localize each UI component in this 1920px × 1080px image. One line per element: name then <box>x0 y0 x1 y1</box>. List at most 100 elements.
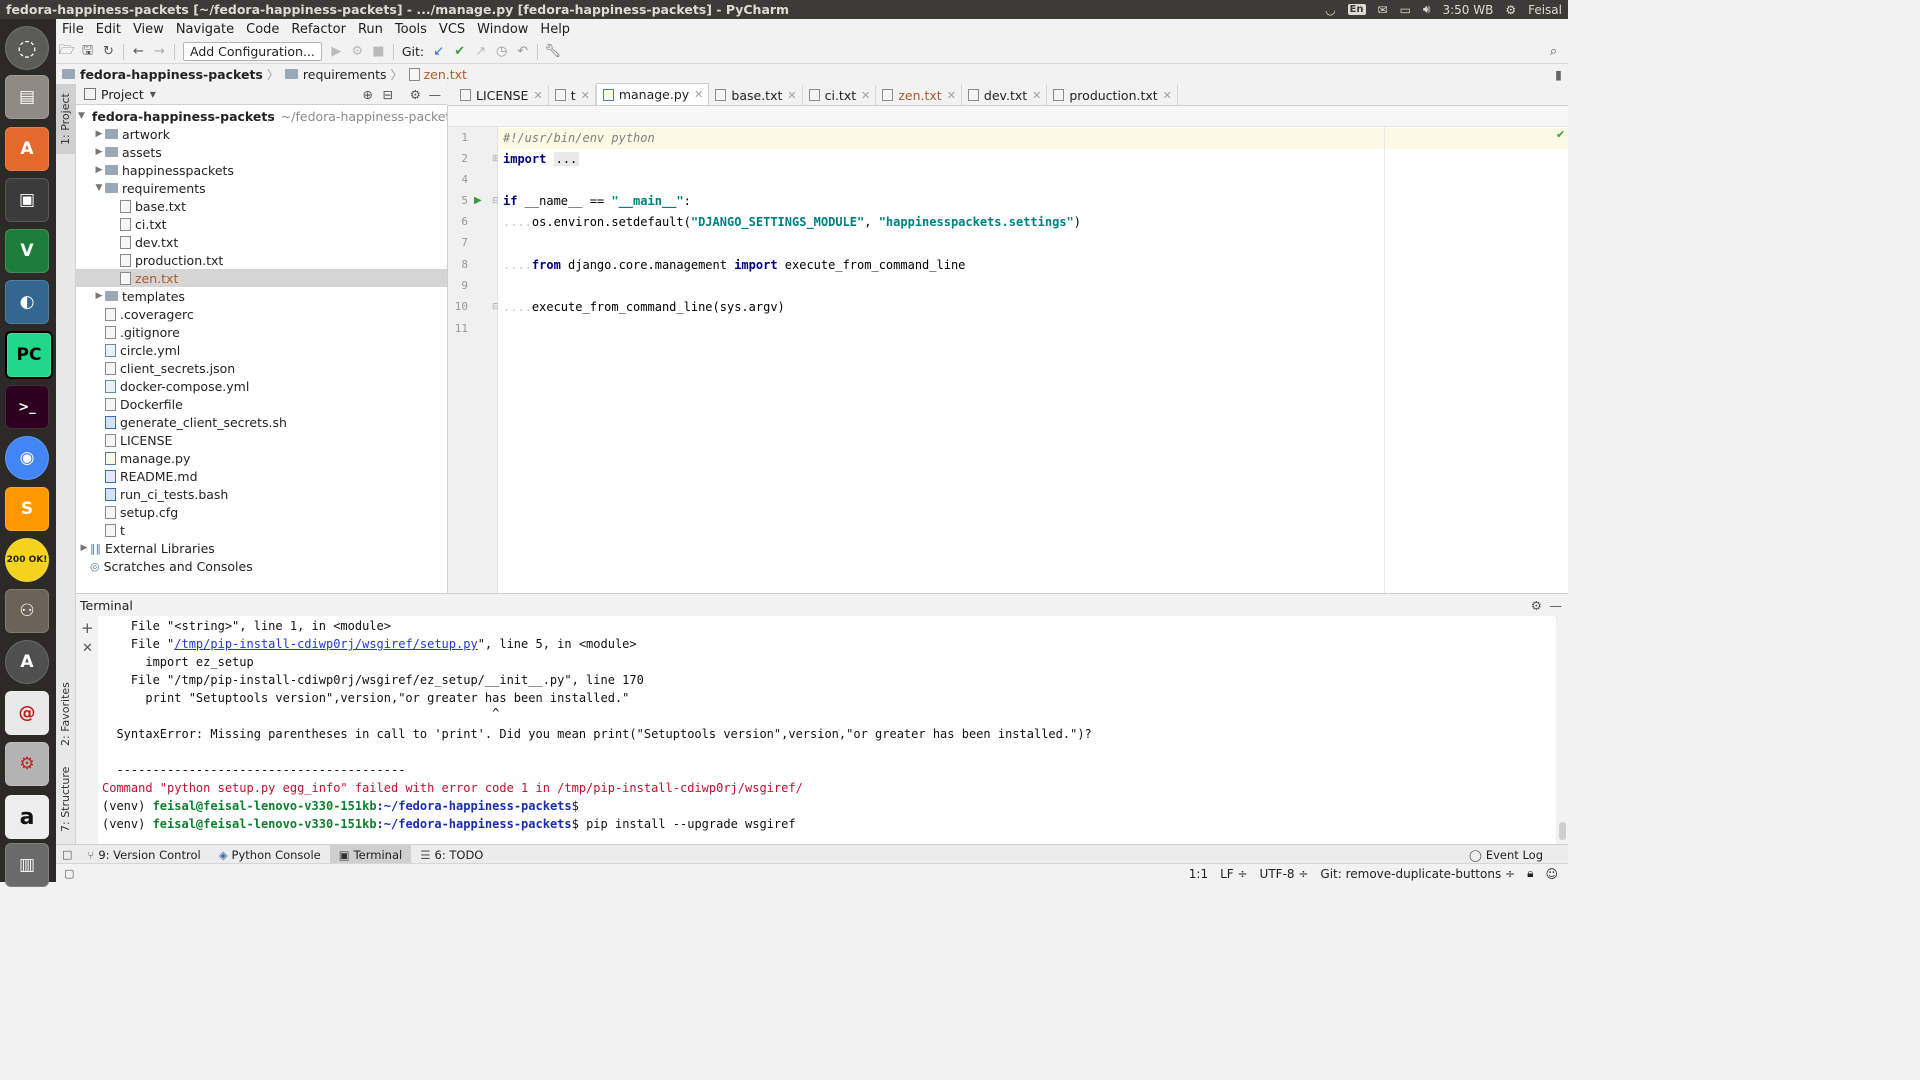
user-name[interactable]: Feisal <box>1528 3 1562 17</box>
tree-item[interactable]: t <box>76 521 447 539</box>
menu-refactor[interactable]: Refactor <box>285 22 352 37</box>
tool-tab-version-control[interactable]: ⑂ 9: Version Control <box>78 845 209 864</box>
battery-icon[interactable]: ▭ <box>1400 3 1411 17</box>
menu-help[interactable]: Help <box>534 22 576 37</box>
tree-item[interactable]: Dockerfile <box>76 395 447 413</box>
menu-window[interactable]: Window <box>471 22 534 37</box>
sublime-text-icon[interactable]: S <box>5 487 49 531</box>
stop-icon[interactable]: ■ <box>368 41 389 62</box>
editor-tab[interactable]: manage.py ✕ <box>595 83 710 105</box>
editor-tab[interactable]: dev.txt ✕ <box>962 85 1048 105</box>
tree-item[interactable]: setup.cfg <box>76 503 447 521</box>
folded-imports[interactable]: ... <box>553 152 580 166</box>
tool-tab-todo[interactable]: ☰ 6: TODO <box>411 845 492 864</box>
tree-item[interactable]: ▼ requirements <box>76 179 447 197</box>
editor-tab[interactable]: base.txt ✕ <box>709 85 803 105</box>
tree-item[interactable]: dev.txt <box>76 233 447 251</box>
editor-tab[interactable]: t ✕ <box>549 85 596 105</box>
tool-tab-terminal[interactable]: ▣ Terminal <box>329 845 412 864</box>
tree-item[interactable]: generate_client_secrets.sh <box>76 413 447 431</box>
menu-vcs[interactable]: VCS <box>433 22 471 37</box>
pycharm-icon[interactable]: PC <box>5 331 53 379</box>
clock[interactable]: 3:50 WB <box>1442 3 1493 17</box>
gear-icon[interactable]: ⚙ <box>1531 598 1542 613</box>
files-icon[interactable]: ▤ <box>5 75 49 119</box>
chevron-right-icon[interactable]: ▶ <box>78 543 90 553</box>
hide-panel-icon[interactable]: — <box>1550 598 1563 613</box>
forward-icon[interactable]: → <box>149 41 170 62</box>
tree-root[interactable]: ▼ fedora-happiness-packets ~/fedora-happ… <box>76 107 447 125</box>
chevron-right-icon[interactable]: ▶ <box>93 291 105 301</box>
terminal-scrollbar[interactable] <box>1557 616 1568 844</box>
close-icon[interactable]: ✕ <box>533 89 542 102</box>
terminal-output[interactable]: File "<string>", line 1, in <module> Fil… <box>98 616 1556 844</box>
close-icon[interactable]: ✕ <box>1163 89 1172 102</box>
line-separator[interactable]: LF ÷ <box>1214 867 1253 881</box>
tree-item[interactable]: ▶ artwork <box>76 125 447 143</box>
scrollbar-thumb[interactable] <box>1559 822 1566 840</box>
okular-icon[interactable]: 200 OK! <box>5 538 49 582</box>
back-icon[interactable]: ← <box>128 41 149 62</box>
new-session-icon[interactable]: + <box>81 619 94 637</box>
tree-item[interactable]: manage.py <box>76 449 447 467</box>
volume-icon[interactable]: 🔊︎ <box>1423 2 1431 17</box>
wrench-icon[interactable]: 🔧︎ <box>542 41 563 62</box>
tool-tab-structure[interactable]: 7: Structure <box>56 759 75 839</box>
software-updater-icon[interactable]: A <box>5 640 49 684</box>
git-revert-icon[interactable]: ↶ <box>512 41 533 62</box>
editor-tab[interactable]: LICENSE ✕ <box>454 85 549 105</box>
git-commit-icon[interactable]: ✔ <box>449 41 470 62</box>
close-icon[interactable]: ✕ <box>861 89 870 102</box>
locate-file-icon[interactable]: ⊕ <box>363 87 373 102</box>
chrome-icon[interactable]: ◉ <box>5 436 49 480</box>
chevron-down-icon[interactable]: ▼ <box>150 90 156 99</box>
gear-icon[interactable]: ⚙ <box>410 87 421 102</box>
close-icon[interactable]: ✕ <box>581 89 590 102</box>
menu-view[interactable]: View <box>127 22 170 37</box>
tool-tab-project[interactable]: 1: Project <box>56 84 75 154</box>
editor-tab[interactable]: zen.txt ✕ <box>876 85 962 105</box>
git-update-icon[interactable]: ↙ <box>428 41 449 62</box>
tree-item[interactable]: .gitignore <box>76 323 447 341</box>
git-push-icon[interactable]: ↗ <box>470 41 491 62</box>
tree-item[interactable]: ci.txt <box>76 215 447 233</box>
tree-item[interactable]: zen.txt <box>76 269 447 287</box>
amazon-icon[interactable]: a <box>5 795 49 839</box>
run-icon[interactable]: ▶ <box>326 41 347 62</box>
menu-navigate[interactable]: Navigate <box>170 22 240 37</box>
tree-external-libraries[interactable]: ▶ ‖‖ External Libraries <box>76 539 447 557</box>
trash-icon[interactable]: ▥ <box>5 843 49 887</box>
tree-item[interactable]: docker-compose.yml <box>76 377 447 395</box>
close-icon[interactable]: ✕ <box>1032 89 1041 102</box>
editor-tab[interactable]: ci.txt ✕ <box>803 85 877 105</box>
caret-position[interactable]: 1:1 <box>1183 867 1214 881</box>
chevron-right-icon[interactable]: ▶ <box>93 147 105 157</box>
chevron-down-icon[interactable]: ▼ <box>78 111 85 121</box>
close-icon[interactable]: ✕ <box>947 89 956 102</box>
lock-icon[interactable]: 🔒︎ <box>1521 866 1539 881</box>
menu-file[interactable]: File <box>56 22 90 37</box>
video-editor-icon[interactable]: ▣ <box>5 178 49 222</box>
inspection-ok-icon[interactable]: ✔ <box>1556 128 1565 141</box>
breadcrumb-requirements[interactable]: requirements <box>279 67 391 82</box>
tree-item[interactable]: run_ci_tests.bash <box>76 485 447 503</box>
tool-tab-python-console[interactable]: ◈ Python Console <box>210 845 330 864</box>
code-editor[interactable]: #!/usr/bin/env python import ... if __na… <box>498 127 1568 593</box>
tool-tab-favorites[interactable]: 2: Favorites <box>56 674 75 754</box>
tree-item[interactable]: .coveragerc <box>76 305 447 323</box>
menu-code[interactable]: Code <box>240 22 285 37</box>
terminal-icon[interactable]: >_ <box>5 385 49 429</box>
run-gutter-icon[interactable]: ▶ <box>474 195 482 206</box>
tree-item[interactable]: client_secrets.json <box>76 359 447 377</box>
close-icon[interactable]: ✕ <box>82 641 93 656</box>
chevron-down-icon[interactable]: ▼ <box>93 183 105 193</box>
gimp-icon[interactable]: ⚇ <box>5 589 49 633</box>
chevron-right-icon[interactable]: ▶ <box>93 129 105 139</box>
file-encoding[interactable]: UTF-8 ÷ <box>1254 867 1315 881</box>
close-icon[interactable]: ✕ <box>787 89 796 102</box>
tree-item[interactable]: ▶ happinesspackets <box>76 161 447 179</box>
menu-run[interactable]: Run <box>352 22 389 37</box>
tree-item[interactable]: base.txt <box>76 197 447 215</box>
mail-icon[interactable]: ✉ <box>1378 3 1388 17</box>
tree-item[interactable]: circle.yml <box>76 341 447 359</box>
